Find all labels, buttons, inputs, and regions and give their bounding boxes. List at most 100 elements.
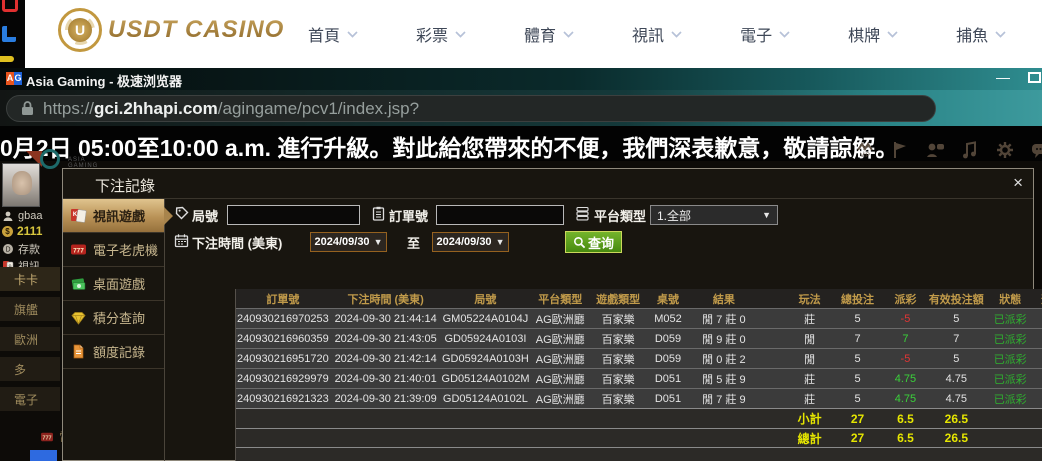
avatar <box>2 163 40 207</box>
chevron-down-icon <box>779 25 790 43</box>
platform-type-label: 平台類型 <box>594 206 646 225</box>
url-domain: gci.2hhapi.com <box>94 99 218 118</box>
platform-type-icon <box>575 206 590 221</box>
cell-play: 莊 <box>789 371 831 387</box>
order-no-input[interactable] <box>436 205 564 225</box>
logo-u-letter: U <box>68 18 92 42</box>
cell-status: 已派彩 <box>986 391 1034 407</box>
screen: U USDT CASINO 首頁彩票體育視訊電子棋牌捕魚 A G Asia Ga… <box>0 0 1042 461</box>
cell-table-no: D051 <box>645 373 691 385</box>
lobby-menu-item-多[interactable]: 多 <box>0 357 60 381</box>
cell-order-no: 240930216960359 <box>236 333 330 345</box>
cell-total-bet: 5 <box>831 353 885 365</box>
search-button-label: 查询 <box>588 233 614 252</box>
cell-game-type: 百家樂 <box>591 331 645 347</box>
subtotal-row: 小計 27 6.5 26.5 <box>236 408 1042 428</box>
col-header: 結果 <box>691 291 757 307</box>
casino-logo[interactable]: U USDT CASINO <box>58 8 284 52</box>
cell-valid-bet: 4.75 <box>926 373 986 385</box>
col-header: 狀態 <box>986 291 1034 307</box>
cell-valid-bet: 7 <box>926 333 986 345</box>
sidebar-item-label: 電子老虎機 <box>93 240 158 259</box>
round-no-label: 局號 <box>192 206 218 225</box>
date-to-select[interactable]: 2024/09/30 ▼ <box>432 232 509 252</box>
cell-order-no: 240930216951720 <box>236 353 330 365</box>
sidebar-item-桌面遊戲[interactable]: 桌面遊戲 <box>63 267 164 301</box>
col-header: 訂單號 <box>236 291 330 307</box>
minimize-button[interactable]: — <box>990 69 1016 87</box>
flag-icon[interactable] <box>890 140 910 160</box>
table-header-row: 訂單號下注時間 (美東)局號平台類型遊戲類型桌號結果玩法總投注派彩有效投注額狀態… <box>236 289 1042 308</box>
sidebar-item-label: 積分查詢 <box>93 308 145 327</box>
cell-bet-time: 2024-09-30 21:44:14 <box>330 313 442 325</box>
bet-time-label: 下注時間 (美東) <box>192 233 282 252</box>
slots-777-icon: 777 <box>70 241 87 258</box>
cell-game-mode: - <box>1034 393 1042 405</box>
music-icon[interactable] <box>960 140 980 160</box>
cell-platform: AG歐洲廳 <box>529 351 591 367</box>
cell-bet-time: 2024-09-30 21:43:05 <box>330 333 442 345</box>
nav-item-體育[interactable]: 體育 <box>524 22 574 46</box>
maximize-button[interactable] <box>1028 72 1041 83</box>
nav-menu: 首頁 彩票 體育 視訊 電子 棋牌 捕魚 <box>308 0 1006 68</box>
lobby-menu-item-旗艦[interactable]: 旗艦 <box>0 297 60 321</box>
support-chat-icon[interactable] <box>925 140 945 160</box>
nav-item-電子[interactable]: 電子 <box>740 22 790 46</box>
col-header: 玩法 <box>789 291 831 307</box>
cell-total-bet: 5 <box>831 313 885 325</box>
edge-yellow-icon <box>0 56 14 62</box>
settings-icon[interactable] <box>995 140 1015 160</box>
url-path: /agingame/pcv1/index.jsp? <box>218 99 419 118</box>
lobby-menu-item-卡卡[interactable]: 卡卡 <box>0 267 60 291</box>
sidebar-item-額度記錄[interactable]: 額度記錄 <box>63 335 164 369</box>
lobby-menu-item-歐洲[interactable]: 歐洲 <box>0 327 60 351</box>
subtotal-total: 27 <box>831 412 885 426</box>
nav-item-label: 視訊 <box>632 22 664 46</box>
cell-table-no: M052 <box>645 313 691 325</box>
chevron-down-icon <box>995 25 1006 43</box>
gem-icon <box>70 309 87 326</box>
cell-result: 閒 5 莊 9 <box>691 371 757 387</box>
sidebar-item-電子老虎機[interactable]: 777 電子老虎機 <box>63 233 164 267</box>
cell-status: 已派彩 <box>986 311 1034 327</box>
date-from-select[interactable]: 2024/09/30 ▼ <box>310 232 387 252</box>
cards-icon: K <box>70 207 87 224</box>
nav-item-彩票[interactable]: 彩票 <box>416 22 466 46</box>
cell-play: 閒 <box>789 331 831 347</box>
sidebar-item-視訊遊戲[interactable]: K視訊遊戲 <box>63 199 164 233</box>
subtotal-label: 小計 <box>789 410 831 427</box>
vip-icon[interactable]: VIP <box>855 140 875 160</box>
deposit-row[interactable]: D 存款 <box>2 241 40 257</box>
col-header: 遊戲模式 <box>1034 291 1042 307</box>
search-button[interactable]: 查询 <box>565 231 622 253</box>
nav-item-首頁[interactable]: 首頁 <box>308 22 358 46</box>
cell-game-mode: - <box>1034 353 1042 365</box>
cell-valid-bet: 5 <box>926 353 986 365</box>
cell-order-no: 240930216970253 <box>236 313 330 325</box>
cell-round-no: GD05124A0102L <box>442 393 530 405</box>
favicon-g: G <box>14 72 22 85</box>
nav-item-視訊[interactable]: 視訊 <box>632 22 682 46</box>
round-no-input[interactable] <box>227 205 360 225</box>
sidebar-item-積分查詢[interactable]: 積分查詢 <box>63 301 164 335</box>
cell-status: 已派彩 <box>986 331 1034 347</box>
balance-row: $ 2111 <box>2 224 42 238</box>
logo-ball-icon: U <box>58 8 102 52</box>
chat-icon[interactable] <box>1030 140 1042 160</box>
deposit-label: 存款 <box>18 241 40 257</box>
cell-game-mode: - <box>1034 313 1042 325</box>
nav-item-棋牌[interactable]: 棋牌 <box>848 22 898 46</box>
cell-platform: AG歐洲廳 <box>529 331 591 347</box>
to-label: 至 <box>407 233 420 252</box>
nav-item-捕魚[interactable]: 捕魚 <box>956 22 1006 46</box>
subtotal-valid: 26.5 <box>926 412 986 426</box>
cell-total-bet: 5 <box>831 373 885 385</box>
url-bar[interactable]: https://gci.2hhapi.com/agingame/pcv1/ind… <box>6 95 936 122</box>
lobby-menu-item-電子[interactable]: 電子 <box>0 387 60 411</box>
nav-item-label: 體育 <box>524 22 556 46</box>
platform-type-select[interactable]: 1.全部 ▼ <box>650 205 778 225</box>
cell-table-no: D051 <box>645 393 691 405</box>
close-icon[interactable]: × <box>1013 174 1023 191</box>
cell-round-no: GD05924A0103I <box>442 333 530 345</box>
chevron-down-icon <box>455 25 466 43</box>
